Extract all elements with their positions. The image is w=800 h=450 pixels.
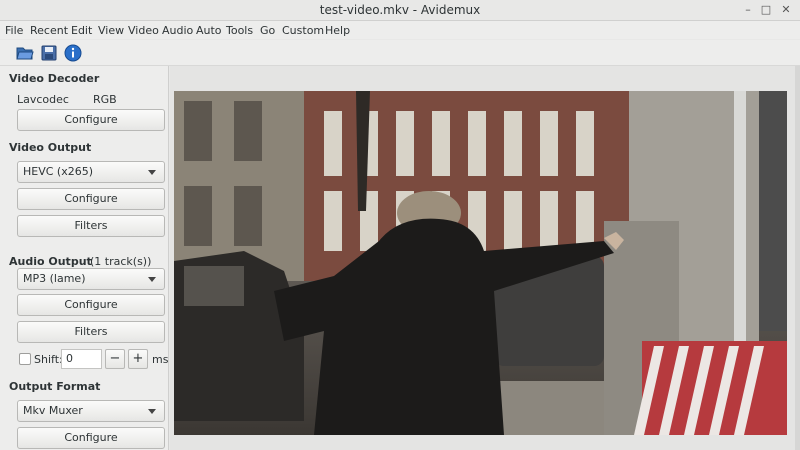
window-title: test-video.mkv - Avidemux: [319, 3, 481, 17]
shift-decrement-button[interactable]: −: [105, 349, 125, 369]
menu-bar: File Recent Edit View Video Audio Auto T…: [0, 21, 800, 39]
decoder-name: Lavcodec: [17, 93, 69, 106]
audio-codec-select[interactable]: MP3 (lame): [17, 268, 165, 290]
menu-custom[interactable]: Custom: [282, 24, 324, 37]
chevron-down-icon: [148, 170, 156, 175]
audio-filters-button[interactable]: Filters: [17, 321, 165, 343]
audio-codec-value: MP3 (lame): [23, 272, 86, 285]
close-button[interactable]: ✕: [778, 2, 794, 18]
video-preview: [174, 91, 787, 435]
shift-checkbox[interactable]: [19, 353, 31, 365]
muxer-configure-button[interactable]: Configure: [17, 427, 165, 449]
video-decoder-title: Video Decoder: [9, 72, 100, 85]
video-codec-value: HEVC (x265): [23, 165, 94, 178]
video-filters-button[interactable]: Filters: [17, 215, 165, 237]
shift-label: Shift:: [34, 353, 63, 366]
muxer-value: Mkv Muxer: [23, 404, 83, 417]
menu-tools[interactable]: Tools: [226, 24, 253, 37]
chevron-down-icon: [148, 409, 156, 414]
menu-video[interactable]: Video: [128, 24, 159, 37]
title-bar: test-video.mkv - Avidemux – □ ✕: [0, 0, 800, 21]
output-format-title: Output Format: [9, 380, 101, 393]
video-codec-select[interactable]: HEVC (x265): [17, 161, 165, 183]
minimize-button[interactable]: –: [740, 2, 756, 18]
chevron-down-icon: [148, 277, 156, 282]
video-configure-button[interactable]: Configure: [17, 188, 165, 210]
audio-output-title: Audio Output: [9, 255, 92, 268]
audio-configure-button[interactable]: Configure: [17, 294, 165, 316]
shift-value-input[interactable]: 0: [61, 349, 102, 369]
menu-edit[interactable]: Edit: [71, 24, 92, 37]
save-icon[interactable]: [40, 44, 58, 62]
toolbar: [0, 40, 800, 66]
menu-recent[interactable]: Recent: [30, 24, 68, 37]
decoder-configure-button[interactable]: Configure: [17, 109, 165, 131]
info-icon[interactable]: [64, 44, 82, 62]
maximize-button[interactable]: □: [758, 2, 774, 18]
menu-help[interactable]: Help: [325, 24, 350, 37]
open-folder-icon[interactable]: [16, 44, 34, 62]
muxer-select[interactable]: Mkv Muxer: [17, 400, 165, 422]
menu-file[interactable]: File: [5, 24, 23, 37]
menu-go[interactable]: Go: [260, 24, 275, 37]
video-output-title: Video Output: [9, 141, 92, 154]
audio-track-count: (1 track(s)): [90, 255, 152, 268]
vertical-scrollbar[interactable]: [795, 66, 800, 450]
decoder-colorspace: RGB: [93, 93, 117, 106]
menu-auto[interactable]: Auto: [196, 24, 222, 37]
shift-increment-button[interactable]: +: [128, 349, 148, 369]
shift-unit: ms: [152, 353, 169, 366]
video-frame-image: [174, 91, 787, 435]
menu-view[interactable]: View: [98, 24, 124, 37]
menu-audio[interactable]: Audio: [162, 24, 193, 37]
